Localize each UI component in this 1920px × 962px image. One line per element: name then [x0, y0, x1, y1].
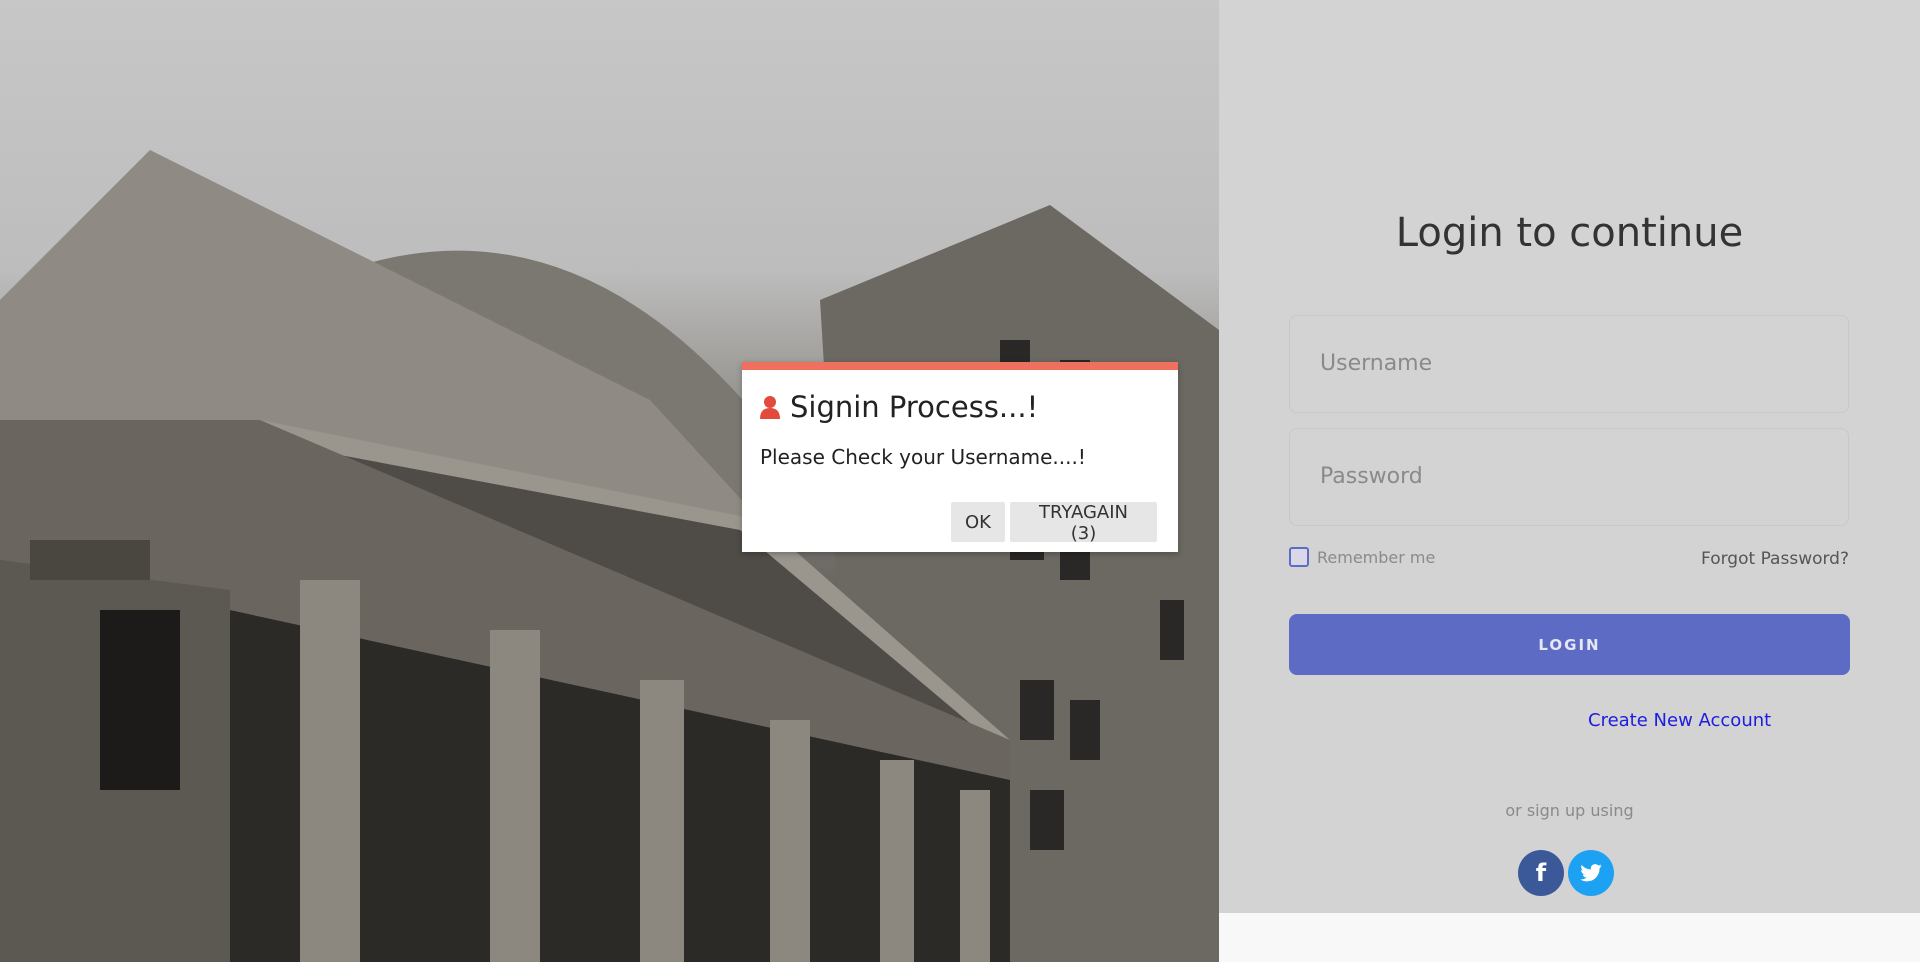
username-input[interactable]	[1289, 315, 1849, 413]
dialog-title: Signin Process...!	[790, 390, 1039, 424]
password-input[interactable]	[1289, 428, 1849, 526]
login-panel: Login to continue Remember me Forgot Pas…	[1219, 0, 1920, 913]
footer-strip	[1219, 913, 1920, 962]
facebook-button[interactable]: f	[1518, 850, 1564, 896]
ok-button[interactable]: OK	[951, 502, 1005, 542]
dialog-header: Signin Process...!	[760, 390, 1038, 424]
signin-alert-dialog: Signin Process...! Please Check your Use…	[742, 362, 1178, 552]
remember-me[interactable]: Remember me	[1289, 547, 1435, 567]
twitter-button[interactable]	[1568, 850, 1614, 896]
remember-checkbox[interactable]	[1289, 547, 1309, 567]
facebook-icon: f	[1535, 859, 1547, 887]
twitter-icon	[1580, 864, 1602, 882]
login-button[interactable]: LOGIN	[1289, 614, 1850, 675]
create-account-link[interactable]: Create New Account	[1588, 710, 1771, 731]
forgot-password-link[interactable]: Forgot Password?	[1701, 549, 1849, 569]
tryagain-button[interactable]: TRYAGAIN (3)	[1010, 502, 1157, 544]
user-icon	[760, 396, 780, 419]
remember-label: Remember me	[1317, 547, 1436, 567]
social-signup-label: or sign up using	[1505, 801, 1634, 820]
dialog-message: Please Check your Username....!	[760, 445, 1086, 469]
login-title: Login to continue	[1395, 210, 1744, 256]
